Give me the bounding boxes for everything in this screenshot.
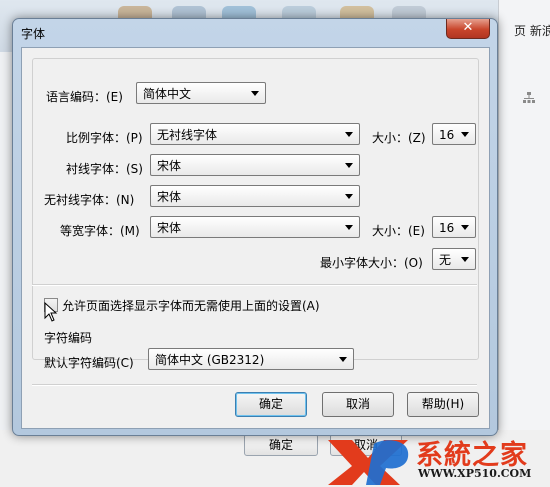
min-font-size-value: 无 <box>439 253 452 267</box>
default-encoding-value: 简体中文 (GB2312) <box>155 353 265 367</box>
chevron-down-icon <box>339 357 347 362</box>
size-select[interactable]: 16 <box>432 123 476 145</box>
size-value: 16 <box>439 128 455 142</box>
default-encoding-select[interactable]: 简体中文 (GB2312) <box>148 348 354 370</box>
allow-pages-label[interactable]: 允许页面选择显示字体而无需使用上面的设置(A) <box>62 297 320 314</box>
chevron-down-icon <box>461 225 469 230</box>
monospace-font-select[interactable]: 宋体 <box>150 216 360 238</box>
language-label: 语言编码：(E) <box>46 90 123 104</box>
divider <box>32 284 477 286</box>
divider <box>32 384 477 386</box>
sans-serif-label: 无衬线字体：(N) <box>44 193 135 207</box>
chevron-down-icon <box>345 163 353 168</box>
monospace-size-value: 16 <box>439 221 455 235</box>
min-font-size-label: 最小字体大小：(O) <box>320 256 423 270</box>
cancel-button[interactable]: 取消 <box>322 392 394 417</box>
language-value: 简体中文 <box>143 87 192 101</box>
ok-button[interactable]: 确定 <box>235 392 307 417</box>
serif-font-select[interactable]: 宋体 <box>150 154 360 176</box>
proportional-font-select[interactable]: 无衬线字体 <box>150 123 360 145</box>
serif-font-value: 宋体 <box>157 159 182 173</box>
proportional-font-value: 无衬线字体 <box>157 128 218 142</box>
serif-label: 衬线字体：(S) <box>66 162 143 176</box>
chevron-down-icon <box>251 91 259 96</box>
monospace-size-label: 大小：(E) <box>372 224 425 238</box>
chevron-down-icon <box>345 225 353 230</box>
chevron-down-icon <box>345 132 353 137</box>
tree-icon <box>523 92 535 103</box>
background-right-pane <box>498 0 550 487</box>
sans-serif-font-value: 宋体 <box>157 190 182 204</box>
mouse-pointer-icon <box>44 302 58 322</box>
close-icon: ✕ <box>462 20 474 35</box>
help-button[interactable]: 帮助(H) <box>407 392 479 417</box>
encoding-group-label: 字符编码 <box>44 331 93 345</box>
dialog-title: 字体 <box>21 27 46 41</box>
background-ok-button[interactable]: 确定 <box>244 434 318 456</box>
background-nav-text[interactable]: 页 新浪 <box>514 22 550 39</box>
min-font-size-select[interactable]: 无 <box>432 248 476 270</box>
size-label: 大小：(Z) <box>372 131 426 145</box>
chevron-down-icon <box>461 257 469 262</box>
font-dialog: 字体 ✕ 语言编码：(E) 简体中文 比例字体：(P) 无衬线字体 大小：(Z)… <box>12 18 498 436</box>
watermark-url: WWW.XP510.COM <box>418 467 532 480</box>
sans-serif-font-select[interactable]: 宋体 <box>150 185 360 207</box>
dialog-client-area: 语言编码：(E) 简体中文 比例字体：(P) 无衬线字体 大小：(Z) 16 衬… <box>21 47 490 429</box>
chevron-down-icon <box>461 132 469 137</box>
monospace-label: 等宽字体：(M) <box>60 224 140 238</box>
monospace-font-value: 宋体 <box>157 221 182 235</box>
monospace-size-select[interactable]: 16 <box>432 216 476 238</box>
proportional-label: 比例字体：(P) <box>66 131 143 145</box>
language-select[interactable]: 简体中文 <box>136 82 266 104</box>
default-encoding-label: 默认字符编码(C) <box>44 356 134 370</box>
chevron-down-icon <box>345 194 353 199</box>
close-button[interactable]: ✕ <box>446 19 490 39</box>
